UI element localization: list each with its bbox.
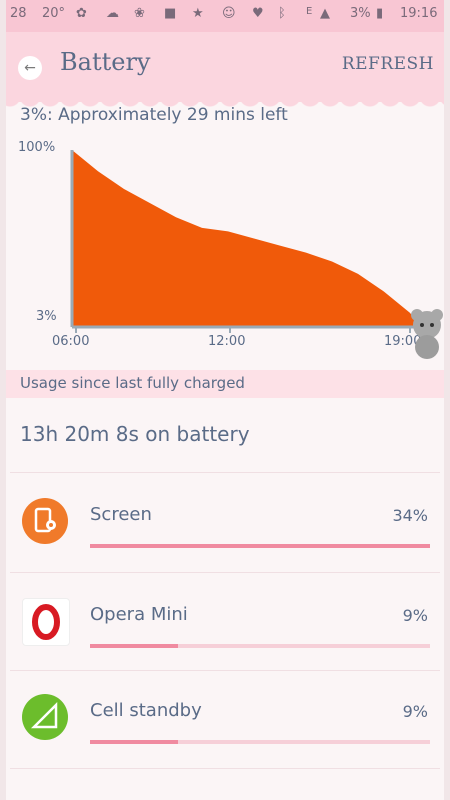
divider [10,768,440,769]
page-title: Battery [60,48,151,76]
opera-icon [22,598,70,646]
x-label-0: 06:00 [52,334,89,349]
bluetooth-icon: ᛒ [278,6,286,21]
usage-item-percent: 9% [402,606,428,625]
usage-item-screen[interactable]: Screen 34% [0,476,450,566]
status-bar: 28 20° ✿ ☁ ❀ ■ ★ ☺ ♥ ᛒ E ▲ 3% ▮ 19:16 [0,0,450,32]
battery-pct: 3% [350,6,371,21]
usage-bar-fill [90,740,179,744]
battery-estimate: 3%: Approximately 29 mins left [20,105,288,125]
book-icon: ■ [164,6,177,21]
usage-item-name: Opera Mini [90,604,188,625]
usage-item-opera-mini[interactable]: Opera Mini 9% [0,576,450,666]
screen-settings-icon [22,498,68,544]
bow-icon: ✿ [76,6,87,21]
usage-banner: Usage since last fully charged [0,370,450,398]
signal-icon: ▲ [320,6,330,21]
cloud-icon: ☁ [106,6,119,21]
left-edge [0,0,6,800]
y-label-top: 100% [18,140,55,155]
status-date: 28 [10,6,27,21]
usage-bar [90,544,430,548]
divider [10,572,440,573]
refresh-button[interactable]: REFRESH [342,54,434,74]
status-temp: 20° [42,6,66,21]
heart-icon: ♥ [252,6,264,21]
usage-bar-fill [90,544,430,548]
flower-icon: ❀ [134,6,145,21]
usage-item-name: Cell standby [90,700,202,721]
y-label-bottom: 3% [36,309,57,324]
usage-item-name: Screen [90,504,152,525]
clock: 19:16 [400,6,438,21]
divider [10,472,440,473]
right-edge [444,0,450,800]
usage-bar [90,644,430,648]
divider [10,670,440,671]
network-type: E [306,6,313,17]
usage-banner-label: Usage since last fully charged [20,374,245,392]
usage-bar [90,740,430,744]
arrow-left-icon: ← [24,60,36,76]
star-icon: ★ [192,6,204,21]
back-button[interactable]: ← [18,56,42,80]
usage-item-percent: 9% [402,702,428,721]
x-label-1: 12:00 [208,334,245,349]
cell-signal-icon [22,694,68,740]
usage-item-cell-standby[interactable]: Cell standby 9% [0,672,450,762]
battery-icon: ▮ [376,6,384,21]
usage-item-percent: 34% [392,506,428,525]
usage-bar-fill [90,644,179,648]
battery-chart: 100% 3% 06:00 12:00 19:00 [18,140,443,359]
battery-level-area [72,150,418,327]
battery-duration: 13h 20m 8s on battery [20,422,250,446]
face-icon: ☺ [222,6,236,21]
